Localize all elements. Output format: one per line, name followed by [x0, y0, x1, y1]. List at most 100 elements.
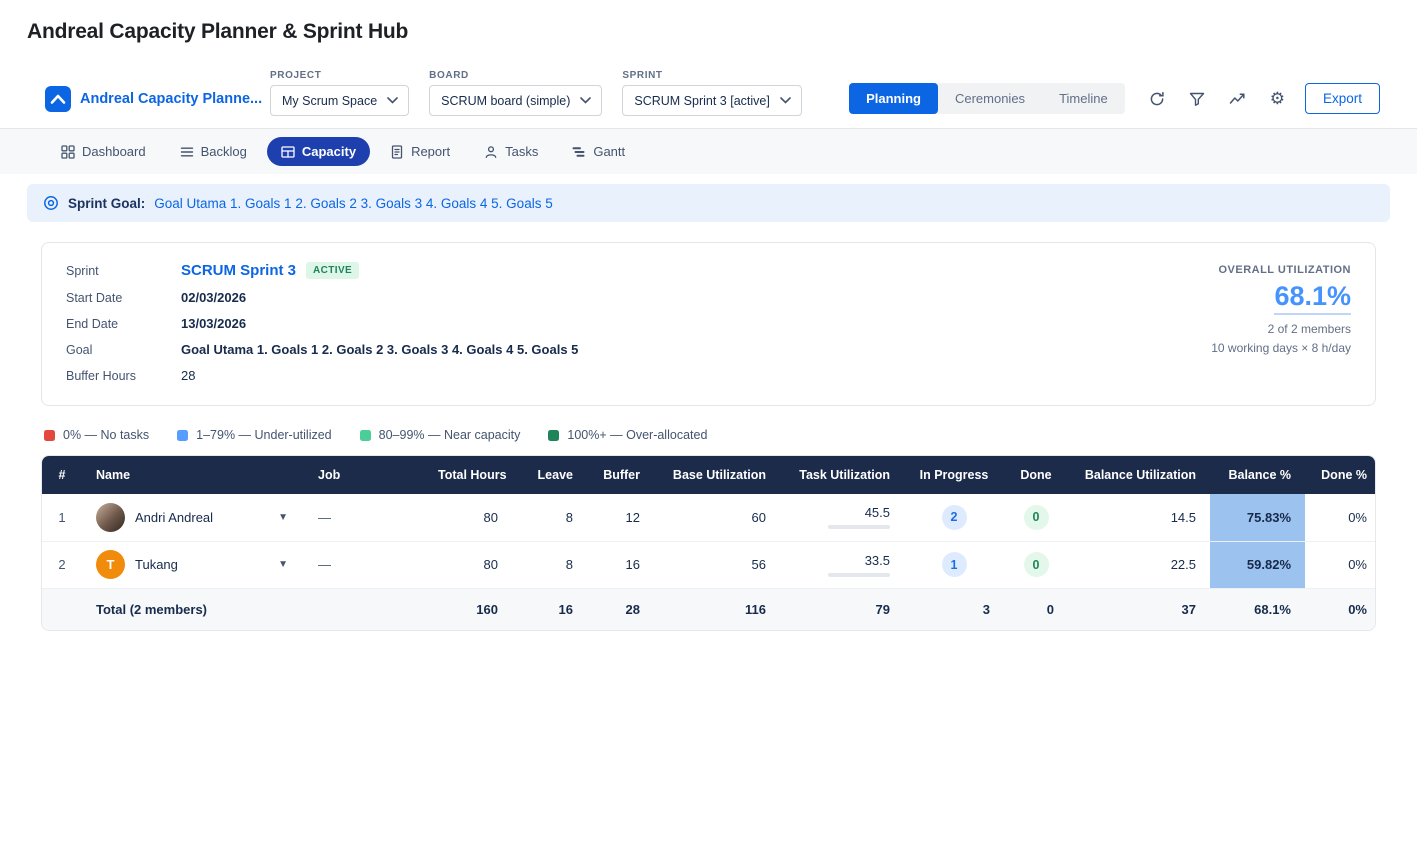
legend-label: 80–99% — Near capacity — [379, 428, 521, 442]
nav-tab-gantt[interactable]: Gantt — [558, 137, 639, 166]
field-label-sprint: Sprint — [66, 264, 163, 278]
buffer-value: 12 — [587, 494, 654, 541]
nav-tab-label: Backlog — [201, 144, 247, 159]
col-done-pct: Done % — [1305, 456, 1376, 494]
gear-icon[interactable]: ⚙ — [1270, 90, 1285, 107]
col-name: Name — [82, 456, 304, 494]
sprint-label: SPRINT — [622, 70, 801, 81]
field-label-buffer-hours: Buffer Hours — [66, 369, 163, 383]
sprint-name-link[interactable]: SCRUM Sprint 3 — [181, 262, 296, 279]
project-label: PROJECT — [270, 70, 409, 81]
buffer-hours-value: 28 — [181, 368, 578, 383]
member-name: Andri Andreal — [135, 510, 213, 525]
member-dropdown-caret[interactable]: ▼ — [276, 559, 290, 570]
col-buffer: Buffer — [587, 456, 654, 494]
member-dropdown-caret[interactable]: ▼ — [276, 512, 290, 523]
field-label-goal: Goal — [66, 343, 163, 357]
board-dropdown[interactable]: SCRUM board (simple) — [429, 85, 602, 116]
row-number: 2 — [42, 541, 82, 588]
legend-label: 1–79% — Under-utilized — [196, 428, 332, 442]
legend-item-over-allocated: 100%+ — Over-allocated — [548, 428, 707, 442]
total-hours-value: 80 — [424, 494, 512, 541]
sprint-goal-text: Goal Utama 1. Goals 1 2. Goals 2 3. Goal… — [154, 196, 552, 211]
nav-tab-label: Capacity — [302, 144, 356, 159]
task-utilization-value: 45.5 — [865, 505, 890, 520]
page-title: Andreal Capacity Planner & Sprint Hub — [0, 0, 1417, 60]
done-pct-value: 0% — [1305, 494, 1376, 541]
balance-pct-cell: 59.82% — [1210, 541, 1305, 588]
done-badge: 0 — [1024, 552, 1049, 577]
gantt-icon — [572, 145, 586, 159]
app-name: Andreal Capacity Planne... — [80, 91, 262, 107]
total-buffer-sum: 28 — [587, 588, 654, 630]
base-utilization-value: 60 — [654, 494, 780, 541]
project-value: My Scrum Space — [282, 94, 377, 108]
total-in-progress-sum: 3 — [904, 588, 1004, 630]
base-utilization-value: 56 — [654, 541, 780, 588]
legend-item-under-utilized: 1–79% — Under-utilized — [177, 428, 332, 442]
total-base-sum: 116 — [654, 588, 780, 630]
leave-value: 8 — [512, 541, 587, 588]
backlog-icon — [180, 145, 194, 159]
legend-swatch-red — [44, 430, 55, 441]
task-utilization-value: 33.5 — [865, 553, 890, 568]
overall-members: 2 of 2 members — [1211, 322, 1351, 336]
total-task-sum: 79 — [780, 588, 904, 630]
tab-ceremonies[interactable]: Ceremonies — [938, 83, 1042, 114]
task-utilization-bar — [828, 525, 890, 529]
tab-planning[interactable]: Planning — [849, 83, 938, 114]
nav-tab-label: Report — [411, 144, 450, 159]
table-row: 2 T Tukang ▼ — 80 8 16 56 33.5 1 0 22 — [42, 541, 1376, 588]
end-date-value: 13/03/2026 — [181, 316, 578, 331]
sprint-goal-label: Sprint Goal: — [68, 196, 145, 211]
chevron-down-icon — [387, 97, 398, 104]
refresh-icon[interactable] — [1149, 91, 1165, 107]
total-hours-value: 80 — [424, 541, 512, 588]
col-task-utilization: Task Utilization — [780, 456, 904, 494]
export-button[interactable]: Export — [1305, 83, 1380, 114]
nav-tab-label: Gantt — [593, 144, 625, 159]
total-done-pct: 0% — [1305, 588, 1376, 630]
col-balance-utilization: Balance Utilization — [1068, 456, 1210, 494]
overall-basis: 10 working days × 8 h/day — [1211, 341, 1351, 355]
tab-timeline[interactable]: Timeline — [1042, 83, 1125, 114]
sprint-info-card: Sprint SCRUM Sprint 3 ACTIVE Start Date … — [41, 242, 1376, 406]
total-hours-sum: 160 — [424, 588, 512, 630]
job-value: — — [304, 494, 424, 541]
col-num: # — [42, 456, 82, 494]
project-dropdown[interactable]: My Scrum Space — [270, 85, 409, 116]
legend-label: 100%+ — Over-allocated — [567, 428, 707, 442]
col-done: Done — [1004, 456, 1068, 494]
total-balance-util-sum: 37 — [1068, 588, 1210, 630]
nav-tab-tasks[interactable]: Tasks — [470, 137, 552, 166]
app-logo-icon — [45, 86, 71, 112]
total-leave-sum: 16 — [512, 588, 587, 630]
target-icon — [43, 195, 59, 211]
app-header: Andreal Capacity Planne... PROJECT My Sc… — [0, 60, 1417, 129]
sprint-dropdown[interactable]: SCRUM Sprint 3 [active] — [622, 85, 801, 116]
nav-tab-backlog[interactable]: Backlog — [166, 137, 261, 166]
start-date-value: 02/03/2026 — [181, 290, 578, 305]
overall-utilization: OVERALL UTILIZATION 68.1% 2 of 2 members… — [1211, 262, 1351, 383]
capacity-table: # Name Job Total Hours Leave Buffer Base… — [41, 455, 1376, 631]
avatar: T — [96, 550, 125, 579]
sprint-selector: SPRINT SCRUM Sprint 3 [active] — [622, 70, 801, 116]
nav-tab-capacity[interactable]: Capacity — [267, 137, 370, 166]
filter-icon[interactable] — [1189, 91, 1205, 107]
col-leave: Leave — [512, 456, 587, 494]
col-total-hours: Total Hours — [424, 456, 512, 494]
chevron-down-icon — [580, 97, 591, 104]
legend-item-no-tasks: 0% — No tasks — [44, 428, 149, 442]
nav-tab-label: Tasks — [505, 144, 538, 159]
task-utilization-bar — [828, 573, 890, 577]
total-label: Total (2 members) — [42, 588, 424, 630]
trend-icon[interactable] — [1229, 91, 1246, 107]
nav-tab-dashboard[interactable]: Dashboard — [47, 137, 160, 166]
nav-tab-report[interactable]: Report — [376, 137, 464, 166]
row-number: 1 — [42, 494, 82, 541]
project-selector: PROJECT My Scrum Space — [270, 70, 409, 116]
board-label: BOARD — [429, 70, 602, 81]
col-in-progress: In Progress — [904, 456, 1004, 494]
col-base-utilization: Base Utilization — [654, 456, 780, 494]
total-balance-pct: 68.1% — [1210, 588, 1305, 630]
